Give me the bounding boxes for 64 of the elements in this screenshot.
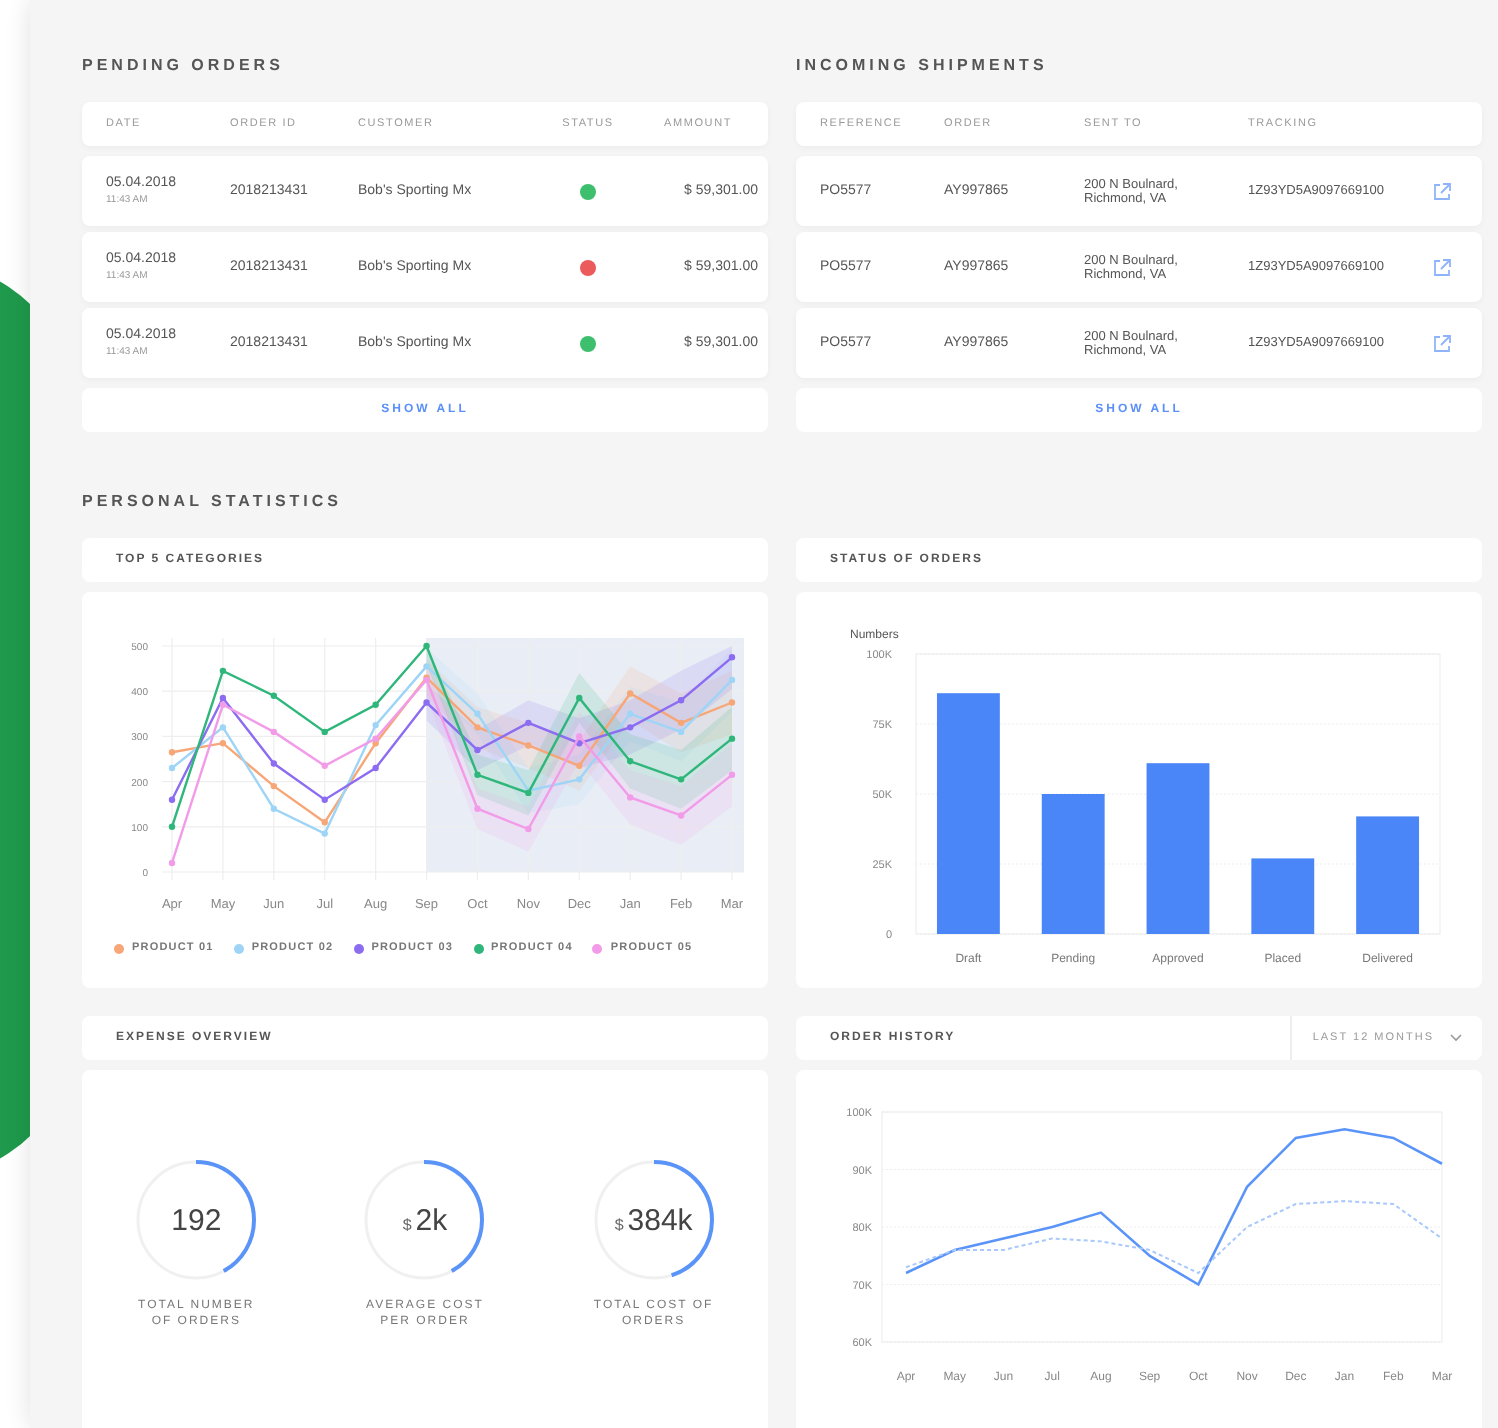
bar [1251, 858, 1315, 934]
data-point [474, 805, 481, 812]
data-point [219, 740, 227, 747]
data-point [576, 776, 583, 783]
data-point [474, 746, 481, 754]
data-point [728, 699, 736, 706]
data-point [525, 825, 532, 833]
currency-sign: $ [402, 1215, 412, 1233]
data-point [168, 859, 176, 867]
stat-value: 2k [415, 1203, 448, 1237]
data-point [677, 812, 685, 819]
data-point [219, 667, 227, 675]
currency-sign: $ [614, 1215, 624, 1233]
section-title: PERSONAL STATISTICS [82, 492, 345, 510]
data-point [270, 782, 277, 790]
data-point [627, 724, 634, 731]
bar [1356, 816, 1420, 934]
data-point [321, 819, 328, 826]
data-point [627, 710, 634, 717]
external-link-icon[interactable] [1432, 333, 1452, 353]
chevron-down-icon [1450, 1034, 1462, 1042]
stat-value: 192 [171, 1203, 222, 1237]
data-point [474, 724, 481, 731]
data-point [728, 676, 736, 684]
external-link-icon[interactable] [1432, 257, 1452, 277]
data-point [728, 771, 736, 778]
data-point [525, 789, 532, 797]
stat-value: 384k [627, 1203, 693, 1237]
section-title: PENDING ORDERS [82, 56, 286, 74]
data-point [372, 701, 379, 708]
data-point [728, 654, 736, 661]
data-point [728, 735, 736, 742]
data-point [321, 796, 328, 803]
data-point [474, 771, 481, 778]
data-point [677, 776, 685, 783]
data-point [168, 749, 176, 756]
external-link-icon[interactable] [1432, 181, 1452, 201]
data-point [423, 699, 430, 706]
data-point [525, 719, 532, 727]
data-point [627, 758, 634, 765]
data-point [321, 728, 328, 736]
data-point [372, 721, 379, 729]
data-point [270, 692, 277, 699]
data-point [270, 760, 277, 767]
data-point [219, 724, 227, 731]
data-point [525, 742, 532, 749]
data-point [321, 830, 328, 837]
bar [1041, 794, 1105, 934]
data-point [423, 642, 430, 650]
data-point [627, 794, 634, 801]
data-point [372, 764, 379, 772]
section-title: INCOMING SHIPMENTS [796, 56, 1050, 74]
data-point [677, 697, 685, 704]
data-point [423, 663, 430, 670]
data-point [168, 796, 176, 803]
data-point [168, 764, 176, 772]
data-point [627, 690, 634, 697]
data-point [576, 762, 583, 769]
data-point [270, 728, 277, 736]
data-point [168, 823, 176, 830]
data-point [321, 762, 328, 769]
data-point [576, 694, 583, 702]
data-point [474, 710, 481, 717]
data-point [270, 805, 277, 812]
